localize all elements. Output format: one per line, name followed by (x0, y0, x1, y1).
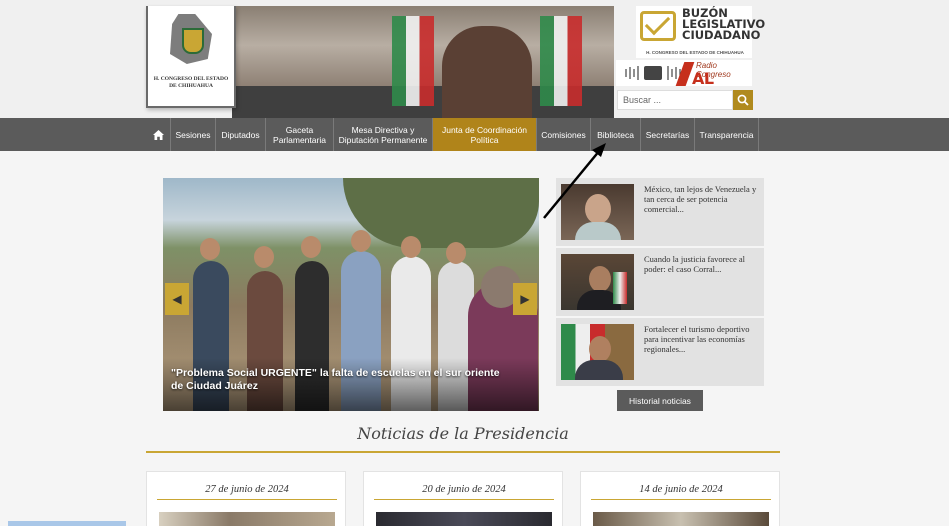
annotation-arrow-icon (543, 143, 606, 219)
page: H. CONGRESO DEL ESTADO DE CHIHUAHUA BUZÓ… (0, 0, 949, 526)
